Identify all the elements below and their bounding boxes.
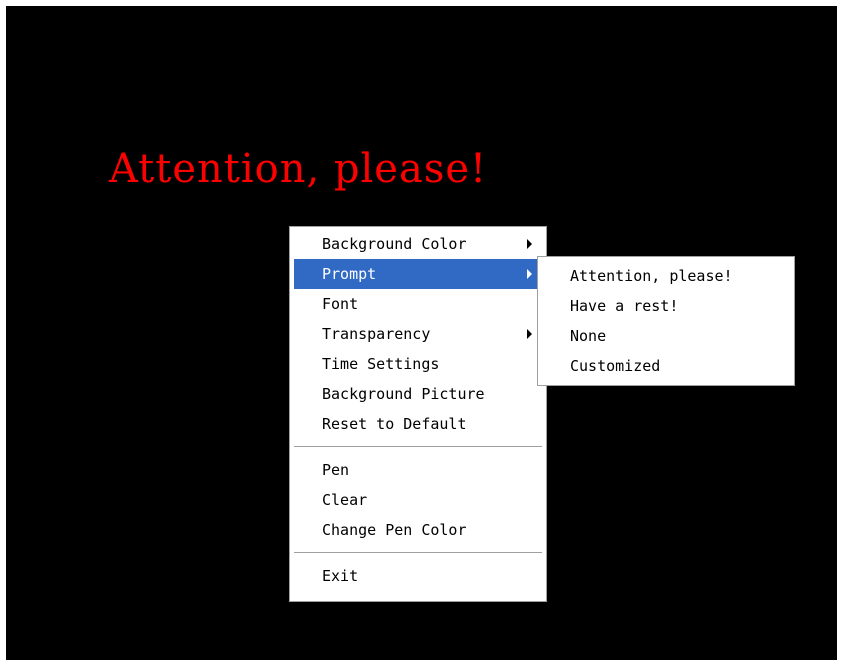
prompt-submenu: Attention, please! Have a rest! None Cus… — [537, 256, 795, 386]
menu-item-label: Background Picture — [322, 385, 485, 403]
submenu-item-attention-please[interactable]: Attention, please! — [538, 262, 794, 292]
menu-item-clear[interactable]: Clear — [290, 485, 546, 515]
menu-item-label: Background Color — [322, 235, 467, 253]
menu-item-background-color[interactable]: Background Color — [290, 229, 546, 259]
menu-item-transparency[interactable]: Transparency — [290, 319, 546, 349]
submenu-arrow-icon — [527, 239, 532, 249]
submenu-arrow-icon — [527, 329, 532, 339]
menu-item-pen[interactable]: Pen — [290, 455, 546, 485]
menu-item-time-settings[interactable]: Time Settings — [290, 349, 546, 379]
menu-item-prompt[interactable]: Prompt — [294, 259, 542, 289]
menu-item-label: Exit — [322, 567, 359, 585]
menu-item-label: Change Pen Color — [322, 521, 467, 539]
menu-item-label: Prompt — [322, 265, 377, 283]
menu-item-exit[interactable]: Exit — [290, 561, 546, 591]
prompt-text: Attention, please! — [109, 146, 488, 192]
submenu-item-have-a-rest[interactable]: Have a rest! — [538, 292, 794, 322]
context-menu: Background Color Prompt Font Transparenc… — [289, 226, 547, 602]
menu-separator — [294, 552, 542, 554]
submenu-item-label: Customized — [570, 357, 661, 375]
menu-separator — [294, 446, 542, 448]
menu-item-font[interactable]: Font — [290, 289, 546, 319]
submenu-arrow-icon — [527, 269, 532, 279]
menu-item-label: Clear — [322, 491, 368, 509]
submenu-item-none[interactable]: None — [538, 322, 794, 352]
menu-item-label: Reset to Default — [322, 415, 467, 433]
menu-item-background-picture[interactable]: Background Picture — [290, 379, 546, 409]
menu-item-reset-to-default[interactable]: Reset to Default — [290, 409, 546, 439]
menu-item-change-pen-color[interactable]: Change Pen Color — [290, 515, 546, 545]
menu-item-label: Font — [322, 295, 359, 313]
submenu-item-label: Attention, please! — [570, 267, 733, 285]
submenu-item-label: Have a rest! — [570, 297, 679, 315]
submenu-item-customized[interactable]: Customized — [538, 352, 794, 382]
menu-item-label: Time Settings — [322, 355, 440, 373]
menu-item-label: Transparency — [322, 325, 431, 343]
menu-item-label: Pen — [322, 461, 350, 479]
submenu-item-label: None — [570, 327, 607, 345]
